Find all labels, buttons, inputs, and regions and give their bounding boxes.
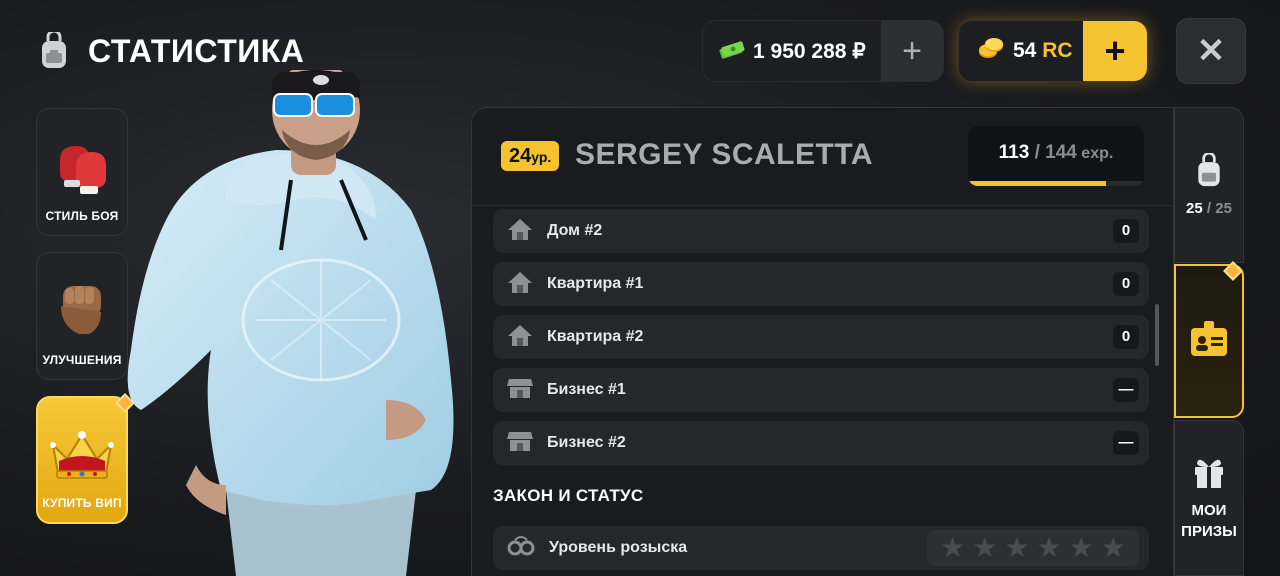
rc-amount: 54 RC xyxy=(1013,39,1073,62)
wanted-stars: ★ ★ ★ ★ ★ ★ xyxy=(927,530,1139,566)
gift-icon xyxy=(1192,455,1226,494)
property-label: Бизнес #1 xyxy=(547,381,626,398)
my-prizes-label: МОИ ПРИЗЫ xyxy=(1181,501,1237,540)
tab-my-prizes[interactable]: МОИ ПРИЗЫ xyxy=(1174,420,1244,576)
star-icon: ★ xyxy=(1100,532,1126,563)
property-value: — xyxy=(1113,378,1139,402)
house-icon xyxy=(507,217,533,246)
wanted-level-label: Уровень розыска xyxy=(549,539,688,556)
sidebar-item-label: УЛУЧШЕНИЯ xyxy=(42,353,122,367)
sidebar-item-label: КУПИТЬ ВИП xyxy=(42,496,122,510)
money-balance: 1 950 288 ₽ + xyxy=(702,20,944,82)
star-icon: ★ xyxy=(1068,532,1094,563)
sidebar-item-upgrades[interactable]: УЛУЧШЕНИЯ xyxy=(36,252,128,380)
experience-box: 113 / 144 exp. xyxy=(968,126,1144,186)
property-row-business-2: Бизнес #2 — xyxy=(493,421,1149,465)
close-button[interactable]: ✕ xyxy=(1176,18,1246,84)
fist-icon xyxy=(53,280,111,353)
property-value: 0 xyxy=(1113,272,1139,296)
property-label: Бизнес #2 xyxy=(547,434,626,451)
property-row-house-2: Дом #2 0 xyxy=(493,209,1149,253)
shop-icon xyxy=(507,377,533,404)
wanted-level-row: Уровень розыска ★ ★ ★ ★ ★ ★ xyxy=(493,526,1149,570)
inventory-count: 25 / 25 xyxy=(1186,200,1232,217)
property-value: 0 xyxy=(1113,325,1139,349)
money-amount: 1 950 288 ₽ xyxy=(753,39,866,63)
close-icon: ✕ xyxy=(1196,32,1226,70)
property-row-apartment-1: Квартира #1 0 xyxy=(493,262,1149,306)
stats-panel: 24ур. SERGEY SCALETTA 113 / 144 exp. Дом… xyxy=(471,107,1174,576)
star-icon: ★ xyxy=(972,532,998,563)
id-card-icon xyxy=(1188,319,1230,364)
property-label: Квартира #2 xyxy=(547,328,644,345)
crown-icon xyxy=(47,427,117,496)
property-row-business-1: Бизнес #1 — xyxy=(493,368,1149,412)
gold-coins-icon xyxy=(977,37,1005,66)
sidebar-item-buy-vip[interactable]: КУПИТЬ ВИП xyxy=(36,393,135,524)
rc-balance: 54 RC + xyxy=(958,20,1148,82)
cash-icon xyxy=(719,38,745,65)
star-icon: ★ xyxy=(1036,532,1062,563)
property-label: Дом #2 xyxy=(547,222,603,239)
property-row-apartment-2: Квартира #2 0 xyxy=(493,315,1149,359)
property-value: — xyxy=(1113,431,1139,455)
section-title-law: ЗАКОН И СТАТУС xyxy=(493,486,644,505)
add-rc-button[interactable]: + xyxy=(1083,21,1147,81)
backpack-icon xyxy=(36,29,72,70)
house-icon xyxy=(507,270,533,299)
sidebar-item-fight-style[interactable]: СТИЛЬ БОЯ xyxy=(36,108,128,236)
sidebar-item-label: СТИЛЬ БОЯ xyxy=(45,209,119,223)
tab-inventory[interactable]: 25 / 25 xyxy=(1174,107,1244,263)
property-label: Квартира #1 xyxy=(547,275,644,292)
player-name: SERGEY SCALETTA xyxy=(575,138,874,171)
add-money-button[interactable]: + xyxy=(881,21,943,81)
level-badge: 24ур. xyxy=(501,141,560,171)
new-badge-icon xyxy=(1223,261,1243,281)
scrollbar[interactable] xyxy=(1155,304,1159,366)
player-header: 24ур. SERGEY SCALETTA 113 / 144 exp. xyxy=(472,108,1173,206)
star-icon: ★ xyxy=(1004,532,1030,563)
experience-text: 113 / 144 exp. xyxy=(998,142,1114,163)
backpack-icon xyxy=(1193,151,1225,194)
handcuffs-icon xyxy=(507,534,535,563)
player-avatar xyxy=(116,62,476,576)
page-title: СТАТИСТИКА xyxy=(88,33,305,69)
shop-icon xyxy=(507,430,533,457)
experience-bar-fill xyxy=(968,181,1107,186)
star-icon: ★ xyxy=(940,532,966,563)
house-icon xyxy=(507,323,533,352)
experience-bar xyxy=(968,181,1144,186)
property-value: 0 xyxy=(1113,219,1139,243)
boxing-gloves-icon xyxy=(50,140,114,209)
tab-player-card[interactable] xyxy=(1174,261,1244,418)
